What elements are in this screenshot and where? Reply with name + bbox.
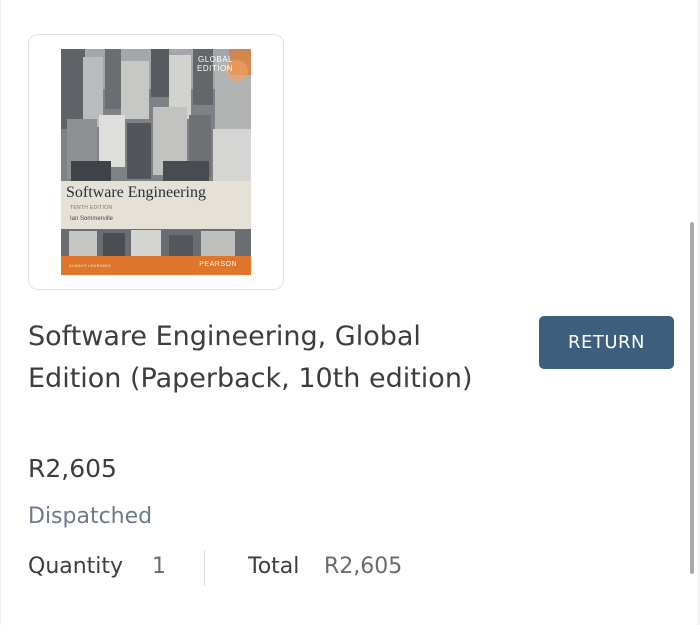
cover-author: Ian Sommerville [70, 216, 114, 222]
row-divider [204, 550, 205, 586]
cover-publisher: PEARSON [199, 261, 237, 268]
book-cover-image[interactable]: GLOBAL EDITION Software Engineering TENT… [61, 49, 251, 275]
quantity-label: Quantity [28, 554, 124, 579]
product-price: R2,605 [28, 454, 117, 483]
cover-footer-band: ALWAYS LEARNING PEARSON [61, 256, 251, 275]
quantity-value: 1 [152, 554, 166, 579]
order-status: Dispatched [28, 504, 153, 529]
total-label: Total [248, 554, 300, 579]
city-photo [61, 49, 251, 275]
cover-footer-tagline: ALWAYS LEARNING [69, 263, 111, 268]
cover-title-band: Software Engineering TENTH EDITION Ian S… [61, 181, 251, 229]
order-item-panel: GLOBAL EDITION Software Engineering TENT… [0, 0, 697, 625]
return-button[interactable]: RETURN [539, 316, 674, 369]
total-value: R2,605 [324, 554, 403, 579]
cover-badge: GLOBAL EDITION [197, 55, 233, 73]
cover-title: Software Engineering [66, 184, 206, 201]
vertical-scrollbar[interactable] [690, 222, 694, 574]
product-title[interactable]: Software Engineering, Global Edition (Pa… [28, 316, 488, 400]
cover-edition: TENTH EDITION [70, 205, 113, 211]
